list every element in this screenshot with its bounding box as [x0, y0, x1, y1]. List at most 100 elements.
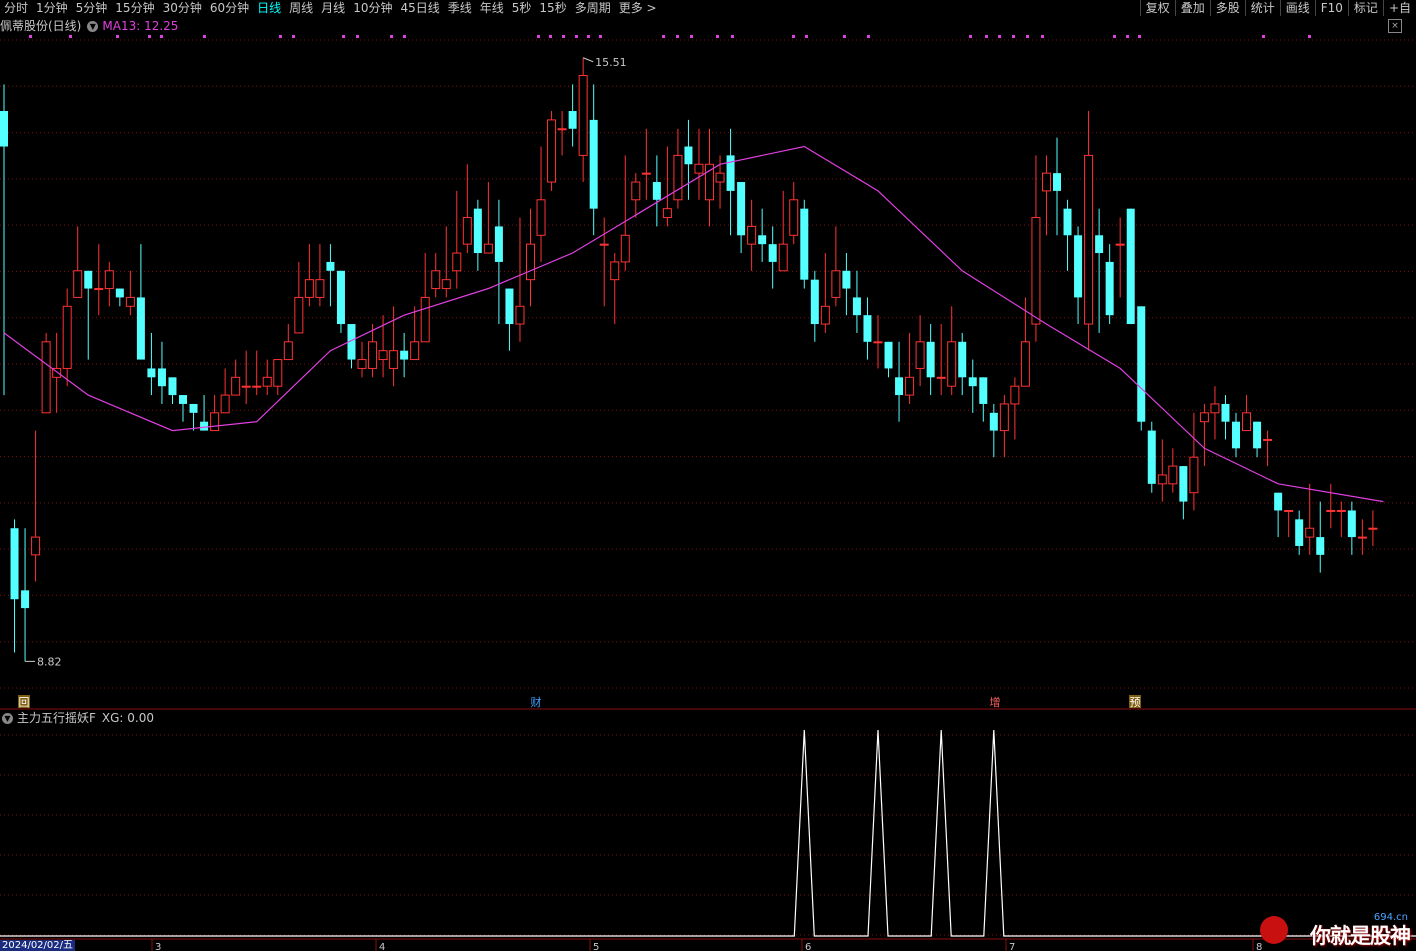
candle-body — [1105, 261, 1114, 316]
candle-body — [999, 403, 1009, 432]
cursor-date-label: 2024/02/02/五 — [0, 940, 76, 951]
candle-body — [115, 288, 124, 298]
candle-body — [273, 359, 283, 387]
signal-dot — [1113, 35, 1116, 38]
candle-body — [84, 270, 93, 289]
candle-body — [989, 412, 998, 431]
candle-body — [1115, 243, 1125, 246]
signal-dot — [575, 35, 578, 38]
candle-body — [1084, 154, 1094, 325]
signal-dot — [676, 35, 679, 38]
candle-body — [494, 226, 503, 262]
signal-dot — [69, 35, 72, 38]
candle-body — [41, 341, 51, 414]
watermark-text: 你就是股神 — [1310, 924, 1411, 948]
candle-body — [1157, 474, 1167, 485]
candle-body — [94, 288, 104, 291]
candle-body — [1168, 465, 1178, 485]
candle-body — [410, 341, 420, 361]
candle-body — [789, 199, 799, 236]
candle-body — [168, 377, 177, 396]
ma13-line — [3, 145, 1384, 503]
candle-body — [1147, 430, 1156, 484]
candle-body — [473, 208, 482, 254]
candle-body — [641, 172, 651, 175]
candle-body — [1095, 235, 1104, 254]
month-label: 6 — [805, 942, 811, 951]
signal-dot — [985, 35, 988, 38]
candle-body — [10, 528, 19, 600]
chart-canvas[interactable]: 15.518.82回财增预3 4 5 6 7 8 — [0, 0, 1416, 951]
candle-body — [125, 296, 135, 307]
candle-body — [241, 385, 251, 388]
candle-body — [220, 394, 230, 414]
signal-dot — [1126, 35, 1129, 38]
candle-body — [1041, 172, 1051, 192]
candle-body — [452, 252, 462, 272]
candle-body — [283, 341, 293, 361]
signal-dot — [1041, 35, 1044, 38]
signal-dot — [716, 35, 719, 38]
candle-body — [315, 279, 325, 298]
candle-body — [1210, 403, 1220, 414]
signal-dot — [342, 35, 345, 38]
candle-body — [0, 111, 8, 147]
signal-dot — [116, 35, 119, 38]
candle-body — [420, 296, 430, 343]
candle-body — [694, 163, 704, 174]
candle-body — [926, 341, 935, 378]
candle-body — [673, 154, 683, 201]
candle-body — [1305, 527, 1315, 538]
candle-body — [526, 243, 535, 281]
candle-body — [136, 297, 145, 360]
signal-dot — [662, 35, 665, 38]
signal-dot — [160, 35, 163, 38]
month-label: 3 — [155, 942, 161, 951]
candle-body — [968, 377, 977, 387]
candle-body — [1126, 208, 1135, 325]
candle-body — [726, 155, 735, 191]
signal-dot — [562, 35, 565, 38]
candle-body — [936, 376, 946, 379]
candle-body — [895, 377, 904, 396]
month-label: 4 — [379, 942, 385, 951]
candle-body — [1295, 519, 1304, 546]
candle-body — [1020, 341, 1030, 387]
signal-dot — [1262, 35, 1265, 38]
signal-dot — [148, 35, 151, 38]
candle-body — [905, 376, 915, 396]
candle-body — [715, 172, 725, 183]
signal-dot — [549, 35, 552, 38]
candle-body — [947, 341, 957, 387]
candle-body — [179, 395, 188, 404]
candle-body — [483, 243, 493, 254]
candle-body — [831, 270, 841, 298]
candle-body — [326, 261, 335, 271]
candle-body — [1347, 510, 1356, 538]
candle-body — [304, 279, 314, 298]
candle-body — [1263, 438, 1273, 441]
candle-body — [568, 111, 577, 129]
candle-body — [515, 305, 525, 325]
candle-body — [431, 270, 441, 290]
signal-dot — [537, 35, 540, 38]
signal-dot — [731, 35, 734, 38]
candle-body — [1031, 217, 1041, 325]
event-marker: 财 — [531, 695, 542, 709]
candle-body — [662, 208, 672, 219]
signal-dot — [969, 35, 972, 38]
high-pointer — [582, 57, 594, 63]
signal-dot — [292, 35, 295, 38]
candle-body — [884, 341, 893, 369]
event-marker: 回 — [19, 696, 30, 709]
candle-body — [737, 182, 746, 236]
candle-body — [157, 368, 166, 387]
candle-body — [400, 350, 409, 360]
signal-dot — [867, 35, 870, 38]
candle-body — [252, 385, 262, 388]
signal-dot — [1138, 35, 1141, 38]
candle-body — [1063, 208, 1072, 236]
candle-body — [768, 244, 777, 262]
candle-body — [915, 341, 925, 369]
candle-body — [262, 376, 272, 387]
